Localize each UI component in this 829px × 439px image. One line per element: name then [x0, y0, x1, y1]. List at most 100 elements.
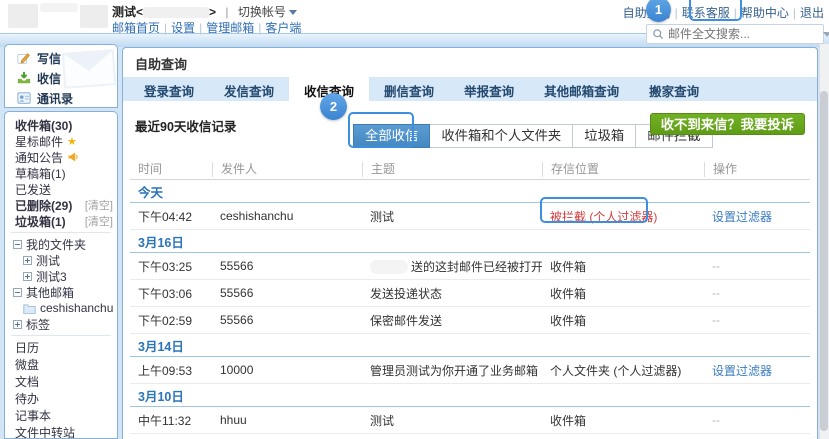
nav-link-3[interactable]: 客户端 — [265, 21, 301, 35]
table-row[interactable]: 中午11:32hhuu测试收件箱-- — [130, 407, 810, 434]
sidebar-folder-5[interactable]: 已删除(29) [清空] — [5, 197, 117, 213]
vertical-scrollbar[interactable] — [819, 44, 829, 439]
top-link-1[interactable]: 联系客服 — [682, 6, 730, 20]
sidebar-folder-1[interactable]: 星标邮件★ — [5, 133, 117, 149]
sidebar-tree-item-0[interactable]: 我的文件夹 — [5, 236, 117, 252]
filter-button-1[interactable]: 收件箱和个人文件夹 — [430, 124, 573, 148]
tab-4[interactable]: 举报查询 — [449, 77, 529, 101]
header-nav-links: 邮箱首页|设置|管理邮箱|客户端 — [112, 19, 301, 36]
set-filter-link[interactable]: 设置过滤器 — [712, 210, 772, 224]
sidebar-action-0[interactable]: 写信 — [5, 48, 117, 68]
sidebar-app-4[interactable]: 记事本 — [5, 407, 117, 424]
collapse-icon[interactable] — [13, 240, 22, 249]
table-header-row: 时间发件人主题存信位置操作 — [130, 159, 810, 180]
sidebar-tree-item-2[interactable]: 测试3 — [5, 268, 117, 284]
sidebar-folder-2[interactable]: 通知公告 — [5, 149, 117, 165]
sidebar-actions-panel: 写信收信通讯录 — [4, 44, 118, 108]
table-row[interactable]: 下午04:42ceshishanchu测试被拦截 (个人过滤器)设置过滤器 — [130, 203, 810, 230]
cell-sender: ceshishanchu — [212, 209, 362, 223]
date-group-header: 3月16日 — [130, 230, 810, 253]
collapse-icon[interactable] — [13, 288, 22, 297]
tab-3[interactable]: 删信查询 — [369, 77, 449, 101]
cell-action: -- — [704, 413, 810, 427]
folder-label: 已发送 — [15, 181, 51, 198]
annotation-step-2: 2 — [320, 93, 347, 120]
cell-subject: 管理员测试为你开通了业务邮箱 — [362, 362, 542, 379]
filter-button-2[interactable]: 垃圾箱 — [573, 124, 636, 148]
sidebar-tree-item-4[interactable]: ceshishanchu — [5, 300, 117, 316]
folder-label: 星标邮件★ — [15, 133, 77, 150]
sidebar-app-2[interactable]: 文档 — [5, 373, 117, 390]
tree-item-label: 标签 — [26, 316, 50, 333]
folder-label-text: 已发送 — [15, 181, 51, 198]
main-panel: 自助查询 登录查询发信查询收信查询删信查询举报查询其他邮箱查询搬家查询 最近90… — [122, 47, 818, 439]
table-row[interactable]: 上午09:5310000管理员测试为你开通了业务邮箱个人文件夹 (个人过滤器)设… — [130, 357, 810, 384]
search-box[interactable] — [646, 24, 824, 44]
sidebar-folder-0[interactable]: 收件箱(30) — [5, 117, 117, 133]
expand-icon[interactable] — [23, 272, 32, 281]
account-name: 测试< — [112, 5, 143, 19]
tab-0[interactable]: 登录查询 — [129, 77, 209, 101]
cell-location: 收件箱 — [542, 412, 704, 429]
cell-subject: 测试 — [362, 208, 542, 225]
cell-location: 被拦截 (个人过滤器) — [542, 208, 704, 225]
subject-text: 测试 — [370, 414, 394, 428]
search-input[interactable] — [668, 27, 823, 41]
filter-button-0[interactable]: 全部收信 — [353, 124, 430, 148]
separator: | — [793, 6, 796, 20]
sidebar-app-5[interactable]: 文件中转站 — [5, 424, 117, 439]
sidebar-app-3[interactable]: 待办 — [5, 390, 117, 407]
subject-text: 发送投递状态 — [370, 287, 442, 301]
table-row[interactable]: 下午03:2555566送的这封邮件已经被打开.收件箱-- — [130, 253, 810, 280]
sidebar-app-1[interactable]: 微盘 — [5, 356, 117, 373]
set-filter-link[interactable]: 设置过滤器 — [712, 364, 772, 378]
sidebar-action-2[interactable]: 通讯录 — [5, 88, 117, 108]
tab-6[interactable]: 搬家查询 — [634, 77, 714, 101]
folder-label: 已删除(29) — [15, 197, 72, 214]
top-link-2[interactable]: 帮助中心 — [741, 6, 789, 20]
sidebar-folder-4[interactable]: 已发送 — [5, 181, 117, 197]
redacted-email — [143, 7, 209, 18]
sidebar-folder-6[interactable]: 垃圾箱(1)[清空] — [5, 213, 117, 229]
table-row[interactable]: 中午11:27hhuu测试收件箱-- — [130, 434, 810, 439]
expand-icon[interactable] — [13, 320, 22, 329]
subject-text: 管理员测试为你开通了业务邮箱 — [370, 364, 538, 378]
tab-1[interactable]: 发信查询 — [209, 77, 289, 101]
cell-subject: 送的这封邮件已经被打开. — [362, 258, 542, 275]
subject-text: 保密邮件发送 — [370, 314, 442, 328]
nav-link-2[interactable]: 管理邮箱 — [206, 21, 254, 35]
top-link-3[interactable]: 退出 — [800, 6, 824, 20]
tree-item-label: 其他邮箱 — [26, 284, 74, 301]
sidebar-folder-3[interactable]: 草稿箱(1) — [5, 165, 117, 181]
sidebar-tree-item-1[interactable]: 测试 — [5, 252, 117, 268]
table-row[interactable]: 下午03:0655566发送投递状态收件箱-- — [130, 280, 810, 307]
tab-5[interactable]: 其他邮箱查询 — [529, 77, 634, 101]
no-action-text: -- — [712, 286, 720, 300]
mail-record-table: 时间发件人主题存信位置操作 今天下午04:42ceshishanchu测试被拦截… — [130, 159, 810, 439]
separator: | — [258, 21, 261, 35]
separator: | — [199, 21, 202, 35]
sidebar-app-0[interactable]: 日历 — [5, 339, 117, 356]
empty-folder-link[interactable]: [清空] — [85, 213, 113, 229]
folder-label-text: 草稿箱(1) — [15, 165, 66, 182]
column-header-2: 主题 — [362, 162, 542, 177]
nav-link-1[interactable]: 设置 — [171, 21, 195, 35]
table-row[interactable]: 下午02:5955566保密邮件发送收件箱-- — [130, 307, 810, 334]
scrollbar-thumb[interactable] — [820, 91, 828, 431]
contacts-icon — [17, 91, 31, 105]
column-header-1: 发件人 — [212, 162, 362, 177]
nav-link-0[interactable]: 邮箱首页 — [112, 21, 160, 35]
expand-icon[interactable] — [23, 256, 32, 265]
folder-label: 通知公告 — [15, 149, 79, 166]
tree-item-label: 我的文件夹 — [26, 236, 86, 253]
sidebar-tree-item-5[interactable]: 标签 — [5, 316, 117, 332]
search-dropdown-caret-icon[interactable] — [823, 32, 829, 37]
cell-action: -- — [704, 259, 810, 273]
column-header-3: 存信位置 — [542, 162, 704, 177]
horn-icon — [67, 151, 79, 163]
sidebar-action-1[interactable]: 收信 — [5, 68, 117, 88]
sidebar-tree-item-3[interactable]: 其他邮箱 — [5, 284, 117, 300]
complain-button[interactable]: 收不到来信？我要投诉 — [650, 113, 805, 135]
empty-folder-link[interactable]: [清空] — [85, 197, 113, 213]
switch-account-link[interactable]: 切换帐号 — [238, 5, 286, 19]
